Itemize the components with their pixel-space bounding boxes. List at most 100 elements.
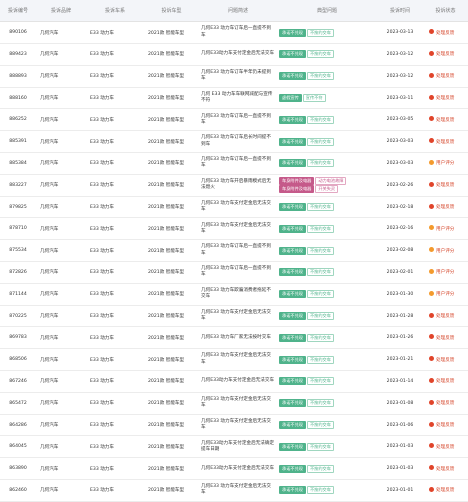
feedback-status-icon	[429, 377, 434, 383]
table-row[interactable]: 888893 几何汽车 E33 动力车 2021款 智能车型 几何E33 动力车订车半年…	[0, 65, 468, 88]
complaint-id[interactable]: 890106	[0, 21, 36, 45]
complaint-time: 2023-02-18	[377, 196, 423, 219]
feedback-status-icon	[429, 29, 434, 35]
status-cell: 处理反馈	[423, 43, 468, 66]
description-link[interactable]: 几何E33 动力车厂家无法按时交车	[199, 326, 277, 350]
status-cell: 用户评分	[423, 239, 468, 263]
complaint-time: 2023-02-26	[377, 174, 423, 197]
series-cell: E33 动力车	[86, 261, 144, 284]
series-cell: E33 动力车	[86, 196, 144, 219]
description-link[interactable]: 几何E33动力车支付定金后无法交车	[199, 370, 277, 393]
table-row[interactable]: 868506 几何汽车 E33 动力车 2021款 智能车型 几何E33 动力车支付定金…	[0, 348, 468, 372]
description-link[interactable]: 几何E33 动力车支付定金后无法交车	[199, 305, 277, 328]
description-link[interactable]: 几何E33 动力车支付定金后无法交车	[199, 392, 277, 415]
complaint-id[interactable]: 888893	[0, 65, 36, 88]
complaint-id[interactable]: 863890	[0, 457, 36, 481]
status-cell: 处理反馈	[423, 87, 468, 110]
typical-issue-cell: 承诺不兑现 不按约交车	[277, 217, 377, 241]
complaint-id[interactable]: 883227	[0, 174, 36, 197]
series-cell: E33 动力车	[86, 370, 144, 393]
table-row[interactable]: 886252 几何汽车 E33 动力车 2021款 智能车型 几何E33 动力车订车后一…	[0, 108, 468, 132]
description-link[interactable]: 几何E33动力车支付定金后无法交车	[199, 43, 277, 66]
series-cell: E33 动力车	[86, 348, 144, 372]
table-row[interactable]: 878710 几何汽车 E33 动力车 2021款 智能车型 几何E33 动力车支付定金…	[0, 217, 468, 241]
table-row[interactable]: 871144 几何汽车 E33 动力车 2021款 智能车型 几何E33 动力车欺骗消费…	[0, 283, 468, 306]
complaint-id[interactable]: 862460	[0, 479, 36, 502]
description-link[interactable]: 几何E33 动力车订车后一直提不到车	[199, 261, 277, 284]
description-link[interactable]: 几何E33动力车支付定金后无法交车	[199, 457, 277, 481]
table-row[interactable]: 889423 几何汽车 E33 动力车 2021款 智能车型 几何E33动力车支付定金后…	[0, 43, 468, 66]
table-row[interactable]: 872826 几何汽车 E33 动力车 2021款 智能车型 几何E33 动力车订车后一…	[0, 261, 468, 284]
table-row[interactable]: 865472 几何汽车 E33 动力车 2021款 智能车型 几何E33 动力车支付定金…	[0, 392, 468, 415]
table-row[interactable]: 863890 几何汽车 E33 动力车 2021款 智能车型 几何E33动力车支付定金后…	[0, 457, 468, 481]
table-row[interactable]: 870225 几何汽车 E33 动力车 2021款 智能车型 几何E33 动力车支付定金…	[0, 305, 468, 328]
complaint-time: 2023-01-21	[377, 348, 423, 372]
description-link[interactable]: 几何E33 动力车欺骗消费者拖延不交车	[199, 283, 277, 306]
description-link[interactable]: 几何E33 动力车支付定金后无法交车	[199, 196, 277, 219]
description-link[interactable]: 几何 E33 动力车车联网减配与宣传不符	[199, 87, 277, 110]
description-link[interactable]: 几何E33 动力车订车后一直提不到车	[199, 239, 277, 263]
series-cell: E33 动力车	[86, 43, 144, 66]
table-row[interactable]: 875534 几何汽车 E33 动力车 2021款 智能车型 几何E33 动力车订车后一…	[0, 239, 468, 263]
series-cell: E33 动力车	[86, 414, 144, 437]
complaint-id[interactable]: 864286	[0, 414, 36, 437]
issue-tag: 不按约交车	[306, 290, 334, 299]
table-row[interactable]: 867246 几何汽车 E33 动力车 2021款 智能车型 几何E33动力车支付定金后…	[0, 370, 468, 393]
complaint-id[interactable]: 885391	[0, 130, 36, 154]
series-cell: E33 动力车	[86, 217, 144, 241]
table-row[interactable]: 864045 几何汽车 E33 动力车 2021款 智能车型 几何E33动力车支付定金后…	[0, 435, 468, 459]
complaint-id[interactable]: 888160	[0, 87, 36, 110]
issue-tag: 承诺不兑现	[279, 486, 306, 495]
complaint-id[interactable]: 869783	[0, 326, 36, 350]
complaint-id[interactable]: 879825	[0, 196, 36, 219]
issue-tag: 不按约交车	[306, 421, 334, 430]
model-cell: 2021款 智能车型	[144, 21, 199, 45]
series-cell: E33 动力车	[86, 152, 144, 175]
complaint-id[interactable]: 885384	[0, 152, 36, 175]
description-link[interactable]: 几何E33 动力车订车后长时间提不到车	[199, 130, 277, 154]
complaint-id[interactable]: 886252	[0, 108, 36, 132]
complaint-id[interactable]: 870225	[0, 305, 36, 328]
description-link[interactable]: 几何E33 动力车开启暴雨模式后无法熄火	[199, 174, 277, 197]
description-link[interactable]: 几何E33 动力车订车后一直提不到车	[199, 108, 277, 132]
table-row[interactable]: 888160 几何汽车 E33 动力车 2021款 智能车型 几何 E33 动力车车联网…	[0, 87, 468, 110]
table-row[interactable]: 885384 几何汽车 E33 动力车 2021款 智能车型 几何E33 动力车订车后一…	[0, 152, 468, 175]
table-row[interactable]: 864286 几何汽车 E33 动力车 2021款 智能车型 几何E33 动力车支付定金…	[0, 414, 468, 437]
complaint-time: 2023-03-13	[377, 21, 423, 45]
description-link[interactable]: 几何E33 动力车支付定金后无法交车	[199, 217, 277, 241]
complaint-id[interactable]: 875534	[0, 239, 36, 263]
feedback-status-icon	[429, 443, 434, 449]
complaint-id[interactable]: 865472	[0, 392, 36, 415]
complaint-id[interactable]: 872826	[0, 261, 36, 284]
model-cell: 2021款 智能车型	[144, 457, 199, 481]
complaint-id[interactable]: 871144	[0, 283, 36, 306]
description-link[interactable]: 几何E33 动力车订车后一直提不到车	[199, 21, 277, 45]
description-link[interactable]: 几何E33 动力车订车半年仍未提到车	[199, 65, 277, 88]
table-row[interactable]: 890106 几何汽车 E33 动力车 2021款 智能车型 几何E33 动力车订车后一…	[0, 21, 468, 45]
description-link[interactable]: 几何E33 动力车支付定金后无法交车	[199, 348, 277, 372]
brand-cell: 几何汽车	[36, 152, 86, 175]
complaint-time: 2023-01-28	[377, 305, 423, 328]
issue-tag: 承诺不兑现	[279, 224, 306, 233]
table-row[interactable]: 883227 几何汽车 E33 动力车 2021款 智能车型 几何E33 动力车开启暴雨…	[0, 174, 468, 197]
rating-status-icon	[429, 247, 434, 253]
description-link[interactable]: 几何E33 动力车支付定金后无法交车	[199, 479, 277, 502]
description-link[interactable]: 几何E33动力车支付定金后无法确定提车日期	[199, 435, 277, 459]
complaint-id[interactable]: 878710	[0, 217, 36, 241]
table-row[interactable]: 862460 几何汽车 E33 动力车 2021款 智能车型 几何E33 动力车支付定金…	[0, 479, 468, 502]
complaint-id[interactable]: 889423	[0, 43, 36, 66]
complaint-id[interactable]: 867246	[0, 370, 36, 393]
table-row[interactable]: 879825 几何汽车 E33 动力车 2021款 智能车型 几何E33 动力车支付定金…	[0, 196, 468, 219]
issue-tag: 承诺不兑现	[279, 28, 306, 37]
table-row[interactable]: 885391 几何汽车 E33 动力车 2021款 智能车型 几何E33 动力车订车后长…	[0, 130, 468, 154]
rating-status-icon	[429, 268, 434, 274]
complaint-id[interactable]: 864045	[0, 435, 36, 459]
rating-status-icon	[429, 159, 434, 165]
model-cell: 2021款 智能车型	[144, 283, 199, 306]
status-label: 用户评分	[436, 292, 455, 298]
complaint-id[interactable]: 868506	[0, 348, 36, 372]
description-link[interactable]: 几何E33 动力车订车后一直提不到车	[199, 152, 277, 175]
description-link[interactable]: 几何E33 动力车支付定金后无法交车	[199, 414, 277, 437]
table-row[interactable]: 869783 几何汽车 E33 动力车 2021款 智能车型 几何E33 动力车厂家无法…	[0, 326, 468, 350]
complaint-time: 2023-01-30	[377, 283, 423, 306]
